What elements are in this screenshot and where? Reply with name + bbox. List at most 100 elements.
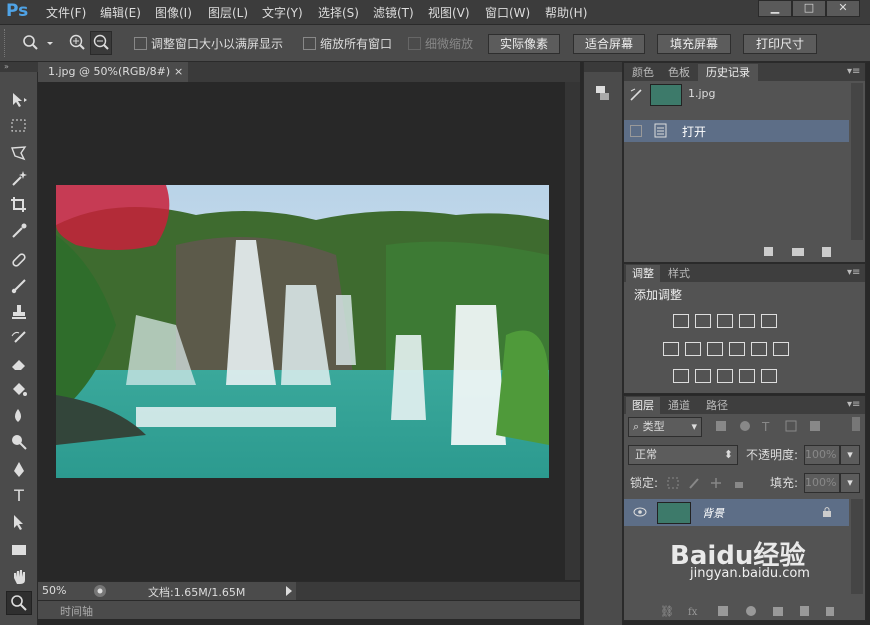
opacity-field[interactable]: 100% bbox=[804, 445, 840, 465]
print-size-button[interactable]: 打印尺寸 bbox=[743, 34, 817, 54]
tab-adjustments[interactable]: 调整 bbox=[626, 265, 660, 282]
tab-color[interactable]: 颜色 bbox=[626, 64, 660, 81]
fill-screen-button[interactable]: 填充屏幕 bbox=[657, 34, 731, 54]
selective-color-icon[interactable] bbox=[739, 368, 755, 383]
maximize-button[interactable]: □ bbox=[792, 0, 826, 17]
tab-channels[interactable]: 通道 bbox=[662, 397, 696, 414]
menu-type[interactable]: 文字(Y) bbox=[262, 4, 303, 21]
clone-stamp-tool-icon[interactable] bbox=[9, 302, 29, 322]
menu-window[interactable]: 窗口(W) bbox=[485, 4, 530, 21]
layers-footer-icons[interactable]: ⛓ fx bbox=[660, 604, 850, 618]
vibrance-icon[interactable] bbox=[761, 313, 777, 328]
menu-edit[interactable]: 编辑(E) bbox=[100, 4, 141, 21]
blur-tool-icon[interactable] bbox=[9, 406, 29, 426]
eraser-tool-icon[interactable] bbox=[9, 354, 29, 374]
layer-filter-select[interactable]: ⌕ 类型 ▾ bbox=[628, 417, 702, 437]
scrubby-zoom-checkbox[interactable] bbox=[408, 37, 421, 50]
history-state-checkbox[interactable] bbox=[630, 125, 642, 137]
menu-image[interactable]: 图像(I) bbox=[155, 4, 192, 21]
resize-windows-checkbox[interactable] bbox=[134, 37, 147, 50]
type-tool-icon[interactable]: T bbox=[9, 486, 29, 506]
brightness-icon[interactable] bbox=[673, 313, 689, 328]
dodge-tool-icon[interactable] bbox=[9, 432, 29, 452]
marquee-tool-icon[interactable] bbox=[9, 116, 29, 136]
history-scrollbar[interactable] bbox=[851, 83, 863, 240]
zoom-tool-icon[interactable] bbox=[6, 591, 32, 615]
hand-tool-icon[interactable] bbox=[9, 567, 29, 587]
collapse-arrows-icon[interactable]: » bbox=[0, 62, 41, 72]
zoom-out-icon[interactable] bbox=[90, 31, 112, 55]
menu-layer[interactable]: 图层(L) bbox=[208, 4, 248, 21]
hue-saturation-icon[interactable] bbox=[663, 341, 679, 356]
grip-handle[interactable] bbox=[4, 29, 8, 57]
fit-screen-button[interactable]: 适合屏幕 bbox=[573, 34, 645, 54]
invert-icon[interactable] bbox=[673, 368, 689, 383]
zoom-all-windows-checkbox[interactable] bbox=[303, 37, 316, 50]
layers-scrollbar[interactable] bbox=[851, 499, 863, 594]
menu-filter[interactable]: 滤镜(T) bbox=[373, 4, 414, 21]
menu-view[interactable]: 视图(V) bbox=[428, 4, 470, 21]
gradient-map-icon[interactable] bbox=[761, 368, 777, 383]
tab-styles[interactable]: 样式 bbox=[662, 265, 696, 282]
document-tab[interactable]: 1.jpg @ 50%(RGB/8#) × bbox=[38, 62, 188, 82]
crop-tool-icon[interactable] bbox=[9, 195, 29, 215]
menu-file[interactable]: 文件(F) bbox=[46, 4, 86, 21]
visibility-eye-icon[interactable] bbox=[633, 507, 647, 517]
tab-layers[interactable]: 图层 bbox=[626, 397, 660, 414]
horizontal-scrollbar[interactable] bbox=[296, 582, 580, 600]
blend-mode-select[interactable]: 正常 ⬍ bbox=[628, 445, 738, 465]
vertical-scrollbar[interactable] bbox=[565, 82, 580, 580]
levels-icon[interactable] bbox=[695, 313, 711, 328]
channel-mixer-icon[interactable] bbox=[751, 341, 767, 356]
fill-dropdown-icon[interactable]: ▾ bbox=[840, 473, 860, 493]
photo-filter-icon[interactable] bbox=[729, 341, 745, 356]
zoom-level[interactable]: 50% bbox=[42, 584, 66, 597]
status-info-icon[interactable] bbox=[93, 584, 107, 598]
threshold-icon[interactable] bbox=[717, 368, 733, 383]
rectangle-tool-icon[interactable] bbox=[9, 540, 29, 560]
snapshot-name[interactable]: 1.jpg bbox=[688, 87, 716, 100]
curves-icon[interactable] bbox=[717, 313, 733, 328]
panel-menu-icon[interactable]: ▾≡ bbox=[847, 66, 860, 77]
filter-toggle-switch[interactable] bbox=[852, 417, 860, 431]
posterize-icon[interactable] bbox=[695, 368, 711, 383]
adjustment-row-2[interactable] bbox=[660, 341, 792, 356]
zoom-in-icon[interactable] bbox=[68, 33, 86, 53]
paint-bucket-tool-icon[interactable] bbox=[9, 380, 29, 400]
history-item-open[interactable]: 打开 bbox=[624, 120, 849, 142]
dock-collapse-bar[interactable] bbox=[584, 62, 622, 72]
layer-name[interactable]: 背景 bbox=[702, 505, 724, 521]
snapshot-thumbnail[interactable] bbox=[650, 84, 682, 106]
magic-wand-tool-icon[interactable] bbox=[9, 169, 29, 189]
adjust-panel-menu-icon[interactable]: ▾≡ bbox=[847, 267, 860, 278]
tab-paths[interactable]: 路径 bbox=[700, 397, 734, 414]
opacity-dropdown-icon[interactable]: ▾ bbox=[840, 445, 860, 465]
tab-swatches[interactable]: 色板 bbox=[662, 64, 696, 81]
tab-history[interactable]: 历史记录 bbox=[698, 64, 758, 81]
history-panel-icon[interactable] bbox=[594, 84, 612, 104]
history-brush-tool-icon[interactable] bbox=[9, 328, 29, 348]
menu-select[interactable]: 选择(S) bbox=[318, 4, 359, 21]
brush-tool-icon[interactable] bbox=[9, 276, 29, 296]
close-tab-icon[interactable]: × bbox=[174, 62, 183, 82]
exposure-icon[interactable] bbox=[739, 313, 755, 328]
path-selection-tool-icon[interactable] bbox=[9, 512, 29, 532]
color-lookup-icon[interactable] bbox=[773, 341, 789, 356]
snapshot-brush-icon[interactable] bbox=[628, 86, 646, 104]
pen-tool-icon[interactable] bbox=[9, 460, 29, 480]
fill-field[interactable]: 100% bbox=[804, 473, 840, 493]
close-window-button[interactable]: ✕ bbox=[826, 0, 860, 17]
zoom-tool-preset-icon[interactable] bbox=[20, 33, 56, 53]
move-tool-icon[interactable] bbox=[9, 90, 29, 110]
timeline-tab[interactable]: 时间轴 bbox=[60, 603, 93, 619]
layer-filter-icons[interactable]: T bbox=[714, 419, 834, 433]
black-white-icon[interactable] bbox=[707, 341, 723, 356]
eyedropper-tool-icon[interactable] bbox=[9, 221, 29, 241]
layers-panel-menu-icon[interactable]: ▾≡ bbox=[847, 399, 860, 410]
minimize-button[interactable]: ▁ bbox=[758, 0, 792, 17]
lasso-tool-icon[interactable] bbox=[9, 143, 29, 163]
adjustment-row-3[interactable] bbox=[670, 368, 780, 383]
lock-icons[interactable] bbox=[666, 476, 746, 490]
layer-row-background[interactable]: 背景 bbox=[624, 499, 849, 526]
adjustment-row-1[interactable] bbox=[670, 313, 780, 328]
